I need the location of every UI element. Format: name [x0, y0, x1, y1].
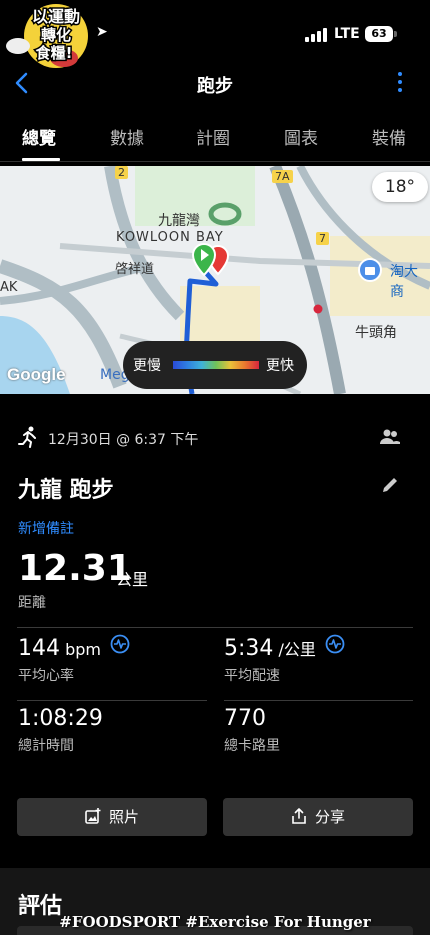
tab-data[interactable]: 數據: [110, 124, 144, 149]
tab-overview[interactable]: 總覽: [22, 124, 56, 149]
divider: [17, 627, 413, 628]
tab-gear[interactable]: 裝備: [372, 124, 406, 149]
active-tab-indicator: [22, 158, 60, 161]
network-type: LTE: [334, 26, 360, 42]
calories-value: 770: [224, 706, 266, 731]
people-icon[interactable]: [380, 428, 400, 446]
battery-indicator: 63: [365, 26, 393, 42]
share-button-label: 分享: [314, 808, 345, 826]
map-road-badge-2: 2: [115, 166, 128, 179]
svg-text:轉化: 轉化: [41, 26, 71, 44]
top-nav: 跑步: [0, 60, 430, 105]
signal-icon: [305, 28, 329, 42]
photos-button-label: 照片: [108, 808, 139, 826]
battery-tip: [394, 31, 397, 37]
tab-laps[interactable]: 計圈: [196, 124, 230, 149]
photos-button[interactable]: 照片: [17, 798, 207, 836]
running-icon: [18, 426, 36, 448]
pace-info-icon[interactable]: [325, 634, 345, 654]
share-icon: [292, 808, 306, 824]
total-time-value: 1:08:29: [18, 706, 103, 731]
edit-pencil-icon[interactable]: [380, 475, 400, 495]
map-label-ak: AK: [0, 280, 18, 295]
activity-datetime: 12月30日 @ 6:37 下午: [48, 432, 199, 448]
stat-calories: 770 總卡路里: [224, 706, 280, 755]
activity-name: 九龍 跑步: [18, 478, 114, 503]
google-attribution: Google: [7, 365, 66, 384]
speed-legend-faster: 更快: [266, 358, 294, 374]
mtr-station-icon: [313, 304, 323, 314]
more-options-icon[interactable]: [395, 72, 405, 96]
heart-rate-info-icon[interactable]: [110, 634, 130, 654]
add-note-link[interactable]: 新增備註: [18, 518, 74, 538]
speed-legend-slower: 更慢: [133, 358, 161, 374]
add-photo-icon: [85, 808, 101, 824]
pace-label: 平均配速: [224, 668, 280, 684]
tab-charts[interactable]: 圖表: [284, 124, 318, 149]
pace-value: 5:34: [224, 636, 274, 661]
heart-rate-value: 144: [18, 636, 60, 661]
total-time-label: 總計時間: [18, 738, 74, 754]
map-road-badge-7a: 7A: [272, 170, 293, 183]
distance-value: 12.31: [18, 548, 132, 589]
calories-label: 總卡路里: [224, 738, 280, 754]
distance-unit: 公里: [116, 570, 149, 589]
tab-bar: 總覽 數據 計圈 圖表 裝備: [0, 112, 430, 162]
divider: [17, 700, 207, 701]
speed-legend: 更慢 更快: [123, 341, 307, 389]
distance-label: 距離: [18, 595, 46, 611]
page-title: 跑步: [197, 76, 233, 97]
divider: [224, 700, 413, 701]
speed-gradient-bar: [173, 361, 259, 369]
heart-rate-label: 平均心率: [18, 668, 74, 684]
activity-date-row: 12月30日 @ 6:37 下午: [18, 426, 413, 448]
pace-unit: /公里: [278, 640, 316, 659]
shopping-bag-icon: [358, 258, 382, 282]
start-end-markers: [191, 242, 230, 277]
stat-pace: 5:34 /公里 平均配速: [224, 634, 345, 685]
svg-text:以運動: 以運動: [32, 7, 80, 26]
share-button[interactable]: 分享: [223, 798, 413, 836]
map-label-ngau-tau-kok: 牛頭角: [355, 325, 397, 341]
weather-temperature-badge: 18°: [372, 172, 428, 202]
map-label-kai-cheung-rd: 啓祥道: [115, 262, 155, 277]
stat-heart-rate: 144 bpm 平均心率: [18, 634, 130, 685]
heart-rate-unit: bpm: [65, 640, 101, 659]
stat-total-time: 1:08:29 總計時間: [18, 706, 103, 755]
watermark-text: #FOODSPORT #Exercise For Hunger: [59, 913, 371, 931]
map-label-kowloon-bay-zh: 九龍灣: [158, 213, 200, 229]
map-label-amoy-plaza: 淘大商: [390, 264, 418, 300]
map-road-badge-7: 7: [316, 232, 329, 245]
